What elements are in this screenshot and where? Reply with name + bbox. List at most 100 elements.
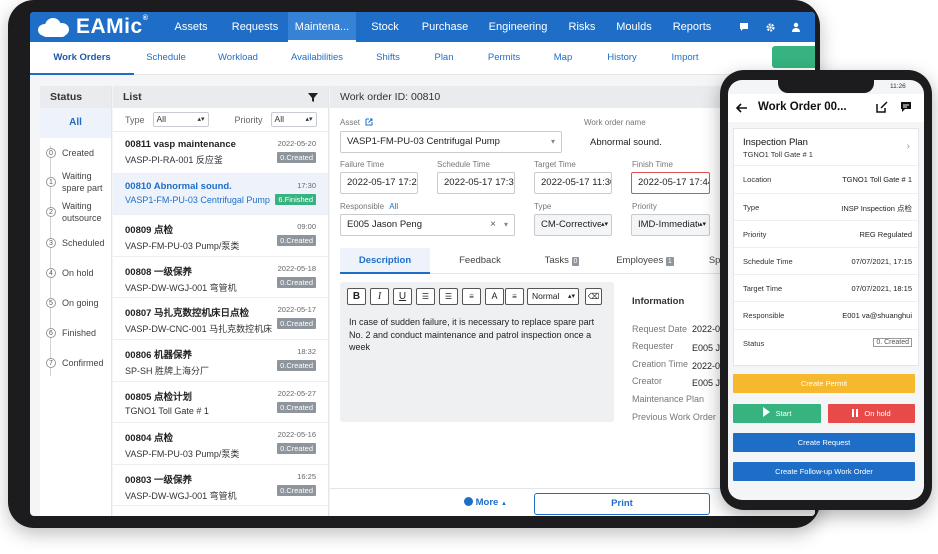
table-row[interactable]: 00804 点检 VASP-FM-PU-03 Pump/泵类 2022-05-16 0… (113, 423, 328, 465)
nav-maintenance[interactable]: Maintena... (288, 12, 356, 42)
nav-engineering[interactable]: Engineering (476, 12, 560, 42)
list-title: List (123, 91, 142, 103)
nav-risks[interactable]: Risks (560, 12, 604, 42)
clean-format-button[interactable]: ⌫ (585, 288, 602, 305)
schedule-time-field[interactable]: 2022-05-17 17:30 (437, 172, 515, 194)
create-followup-button[interactable]: Create Follow-up Work Order (733, 462, 915, 481)
numbered-list-button[interactable]: ☰ (439, 288, 458, 305)
tab-feedback[interactable]: Feedback (430, 248, 530, 274)
start-button[interactable]: Start (733, 404, 821, 423)
type-filter-select[interactable]: All ▴▾ (152, 112, 209, 127)
bullet-list-button[interactable]: ☰ (416, 288, 435, 305)
tab-history[interactable]: History (586, 42, 658, 75)
table-row[interactable]: 00808 一级保养 VASP-DW-WGJ-001 弯管机 2022-05-18 0… (113, 257, 328, 299)
app-screen: EAMic® Assets Requests Maintena... Stock… (30, 12, 815, 516)
status-waiting-outsource[interactable]: 2 Waiting outsource (40, 200, 112, 224)
brand-logo[interactable]: EAMic® (30, 12, 160, 42)
status-created[interactable]: 0 Created (40, 146, 112, 160)
bold-button[interactable]: B (347, 288, 366, 305)
status-scheduled[interactable]: 3 Scheduled (40, 236, 112, 250)
responsible-all-link[interactable]: All (389, 202, 398, 211)
more-button[interactable]: More ▲ (464, 497, 507, 508)
status-waiting-spare-part[interactable]: 1 Waiting spare part (40, 170, 112, 194)
row-label: Responsible (743, 311, 785, 320)
asset-label: Asset (340, 118, 373, 127)
tab-map[interactable]: Map (540, 42, 586, 75)
underline-button[interactable]: U (393, 288, 412, 305)
row-label: Type (743, 203, 760, 212)
status-badge: 0.Created (277, 401, 316, 413)
priority-select[interactable]: IMD-Immediate ▴▾ (631, 214, 710, 236)
sort-icon: ▴▾ (698, 215, 706, 235)
table-row[interactable]: 00809 点检 VASP-FM-PU-03 Pump/泵类 09:00 0.Crea… (113, 215, 328, 257)
tab-plan[interactable]: Plan (420, 42, 468, 75)
sort-icon: ▴▾ (197, 116, 205, 123)
tab-schedule[interactable]: Schedule (134, 42, 198, 75)
responsible-select[interactable]: E005 Jason Peng × ▾ (340, 214, 515, 236)
chevron-right-icon[interactable]: › (907, 141, 910, 152)
previous-work-order-label: Previous Work Order (632, 412, 716, 422)
font-color-button[interactable]: A (485, 288, 504, 305)
create-request-button[interactable]: Create Request (733, 433, 915, 452)
wo-name-value[interactable]: Abnormal sound. (590, 137, 662, 148)
target-time-field[interactable]: 2022-05-17 11:30 (534, 172, 612, 194)
back-arrow-icon[interactable] (736, 103, 747, 113)
nav-requests[interactable]: Requests (222, 12, 288, 42)
table-row[interactable]: 00803 一级保养 VASP-DW-WGJ-001 弯管机 16:25 0.Crea… (113, 465, 328, 507)
edit-icon[interactable] (876, 101, 888, 113)
type-select[interactable]: CM-Corrective I ▴▾ (534, 214, 612, 236)
new-work-order-button[interactable] (772, 46, 815, 68)
message-icon[interactable] (900, 101, 912, 113)
table-row[interactable]: 00806 机器保养 SP-SH 胜牌上海分厂 18:32 0.Created (113, 340, 328, 382)
status-row: Status 0. Created (734, 329, 920, 366)
nav-reports[interactable]: Reports (664, 12, 720, 42)
print-button[interactable]: Print (534, 493, 710, 515)
nav-purchase[interactable]: Purchase (414, 12, 476, 42)
italic-button[interactable]: I (370, 288, 389, 305)
status-badge: 0.Created (277, 235, 316, 247)
type-label: Type (534, 202, 552, 211)
wo-name-label: Work order name (584, 118, 646, 127)
tab-description[interactable]: Description (340, 248, 430, 274)
status-finished[interactable]: 6 Finished (40, 326, 112, 340)
table-row[interactable]: 00811 vasp maintenance VASP-PI-RA-001 反应釜… (113, 132, 328, 174)
user-icon[interactable] (783, 12, 809, 42)
on-hold-button[interactable]: On hold (828, 404, 915, 423)
wo-time: 18:32 (297, 346, 316, 356)
tab-permits[interactable]: Permits (468, 42, 540, 75)
nav-moulds[interactable]: Moulds (604, 12, 664, 42)
table-row[interactable]: 00810 Abnormal sound. VASP1-FM-PU-03 Cent… (113, 173, 328, 216)
tab-availabilities[interactable]: Availabilities (278, 42, 356, 75)
tab-shifts[interactable]: Shifts (356, 42, 420, 75)
plan-title[interactable]: Inspection Plan (743, 137, 808, 148)
tab-employees[interactable]: Employees 1 (594, 248, 696, 274)
nav-stock[interactable]: Stock (356, 12, 414, 42)
table-row[interactable]: 00807 马扎克数控机床日点检 VASP-DW-CNC-001 马扎克数控机床 2… (113, 298, 328, 340)
tab-work-orders[interactable]: Work Orders (30, 42, 134, 75)
gear-icon[interactable] (757, 12, 783, 42)
tab-workload[interactable]: Workload (198, 42, 278, 75)
create-permit-button[interactable]: Create Permit (733, 374, 915, 393)
status-on-hold[interactable]: 4 On hold (40, 266, 112, 280)
chat-icon[interactable] (731, 12, 757, 42)
external-link-icon[interactable] (365, 118, 373, 126)
table-row[interactable]: 00805 点检计划 TGNO1 Toll Gate # 1 2022-05-27 0… (113, 382, 328, 424)
filter-icon[interactable] (308, 93, 318, 102)
asset-select[interactable]: VASP1-FM-PU-03 Centrifugal Pump ▾ (340, 131, 562, 153)
tab-tasks[interactable]: Tasks 0 (530, 248, 594, 274)
description-text[interactable]: In case of sudden failure, it is necessa… (349, 316, 607, 354)
format-select[interactable]: Normal ▴▾ (527, 288, 579, 305)
align-button[interactable]: ≡ (505, 288, 524, 305)
maintenance-plan-label: Maintenance Plan (632, 394, 705, 404)
tab-import[interactable]: Import (658, 42, 712, 75)
nav-assets[interactable]: Assets (160, 12, 222, 42)
status-on-going[interactable]: 5 On going (40, 296, 112, 310)
status-badge: 0. Created (873, 338, 912, 347)
failure-time-field[interactable]: 2022-05-17 17:23 (340, 172, 418, 194)
status-confirmed[interactable]: 7 Confirmed (40, 356, 112, 370)
clear-icon[interactable]: × (490, 215, 496, 235)
indent-button[interactable]: ≡ (462, 288, 481, 305)
status-all[interactable]: All (40, 108, 111, 138)
priority-filter-select[interactable]: All ▴▾ (270, 112, 317, 127)
finish-time-field[interactable]: 2022-05-17 17:44 (631, 172, 710, 194)
